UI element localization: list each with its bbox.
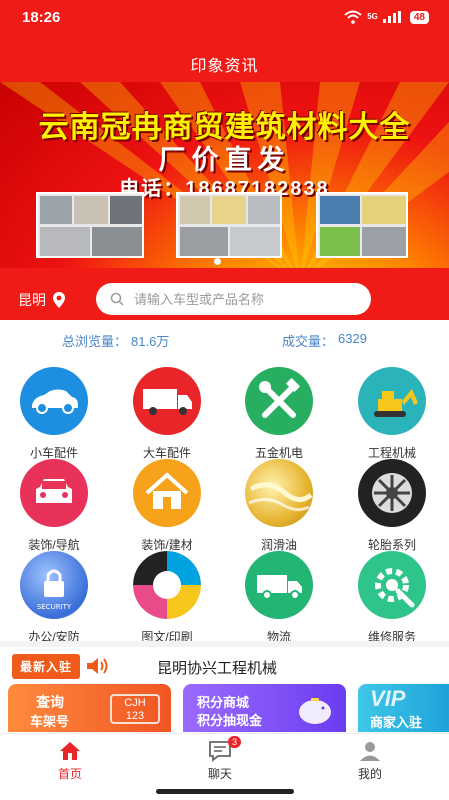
- promo-points-mall[interactable]: 积分商城 积分抽现金: [183, 684, 346, 732]
- excavator-icon: [358, 367, 426, 435]
- promo-vin-query[interactable]: 查询 车架号 CJH 123: [8, 684, 171, 732]
- promo-subtitle: 车架号: [30, 714, 70, 729]
- status-icons: 5G 48: [344, 10, 429, 24]
- header-area: 18:26 5G 48 印象资讯 云南冠冉商贸建筑材料大全 厂价直发 电话：18…: [0, 0, 449, 320]
- location-selector[interactable]: 昆明: [18, 290, 66, 310]
- vin-tag-line2: 123: [125, 710, 145, 722]
- tab-home[interactable]: 首页: [20, 734, 120, 782]
- tools-icon: [245, 367, 313, 435]
- tab-label: 首页: [57, 767, 82, 781]
- truck-icon: [133, 367, 201, 435]
- views-value: 81.6万: [131, 334, 170, 349]
- tab-profile[interactable]: 我的: [320, 734, 420, 782]
- promo-title: VIP: [370, 686, 406, 711]
- wifi-icon: [344, 10, 362, 24]
- views-label: 总浏览量：: [62, 334, 128, 349]
- banner-carousel[interactable]: 云南冠冉商贸建筑材料大全 厂价直发 电话：18687182838: [0, 82, 449, 268]
- news-badge: 最新入驻: [12, 653, 81, 679]
- tab-label: 聊天: [207, 767, 232, 781]
- city-label: 昆明: [18, 292, 46, 308]
- speaker-icon: [87, 658, 108, 674]
- deals-label: 成交量：: [282, 334, 335, 349]
- status-bar: 18:26 5G 48: [0, 0, 449, 36]
- promo-merchant-join[interactable]: VIP 商家入驻: [358, 684, 449, 732]
- car-front-icon: [20, 459, 88, 527]
- car-icon: [20, 367, 88, 435]
- print-icon: [133, 551, 201, 619]
- total-deals: 成交量： 6329: [282, 331, 367, 350]
- piggy-bank-icon: [299, 698, 331, 724]
- banner-product-photo: [316, 192, 408, 258]
- svg-text:SECURITY: SECURITY: [37, 603, 72, 611]
- category-repair-service[interactable]: 维修服务: [342, 551, 442, 645]
- promo-title: 查询: [36, 694, 64, 710]
- tire-icon: [358, 459, 426, 527]
- news-text: 昆明协兴工程机械: [157, 660, 278, 677]
- page-title: 印象资讯: [190, 58, 259, 75]
- search-bar[interactable]: [96, 283, 371, 315]
- delivery-truck-icon: [245, 551, 313, 619]
- battery-icon: 48: [409, 10, 429, 24]
- search-icon: [110, 292, 124, 306]
- network-type: 5G: [367, 12, 378, 21]
- promo-subtitle: 商家入驻: [370, 715, 423, 730]
- news-ticker[interactable]: 最新入驻: [12, 653, 110, 679]
- category-logistics[interactable]: 物流: [229, 551, 329, 645]
- promo-subtitle: 积分抽现金: [197, 713, 263, 728]
- category-car-parts[interactable]: 小车配件: [4, 367, 104, 461]
- location-pin-icon: [53, 292, 65, 308]
- vin-tag: CJH 123: [110, 694, 160, 724]
- oil-icon: [245, 459, 313, 527]
- banner-product-photo: [176, 192, 282, 258]
- category-hardware[interactable]: 五金机电: [229, 367, 329, 461]
- status-time: 18:26: [22, 9, 61, 26]
- banner-product-photo: [36, 192, 144, 258]
- tab-chat[interactable]: 3 聊天: [170, 734, 270, 782]
- category-lubricant[interactable]: 润滑油: [229, 459, 329, 553]
- security-icon: SECURITY: [20, 551, 88, 619]
- section-divider: [0, 641, 449, 647]
- category-construction-machinery[interactable]: 工程机械: [342, 367, 442, 461]
- home-indicator[interactable]: [156, 789, 294, 794]
- category-tires[interactable]: 轮胎系列: [342, 459, 442, 553]
- tab-label: 我的: [357, 767, 382, 781]
- category-truck-parts[interactable]: 大车配件: [117, 367, 217, 461]
- user-icon: [360, 742, 380, 761]
- vin-tag-line1: CJH: [124, 697, 146, 709]
- deals-value: 6329: [338, 331, 367, 346]
- carousel-indicator[interactable]: [214, 258, 221, 265]
- category-decoration-building[interactable]: 装饰/建材: [117, 459, 217, 553]
- signal-icon: [382, 11, 401, 23]
- home-icon: [60, 742, 80, 760]
- search-input[interactable]: [134, 291, 344, 307]
- gear-wrench-icon: [358, 551, 426, 619]
- total-views: 总浏览量： 81.6万: [62, 331, 169, 350]
- category-decoration-navigation[interactable]: 装饰/导航: [4, 459, 104, 553]
- unread-badge: 3: [228, 736, 242, 748]
- category-print[interactable]: 图文/印刷: [117, 551, 217, 645]
- promo-title: 积分商城: [197, 695, 250, 710]
- house-icon: [133, 459, 201, 527]
- category-office-security[interactable]: SECURITY 办公/安防: [4, 551, 104, 645]
